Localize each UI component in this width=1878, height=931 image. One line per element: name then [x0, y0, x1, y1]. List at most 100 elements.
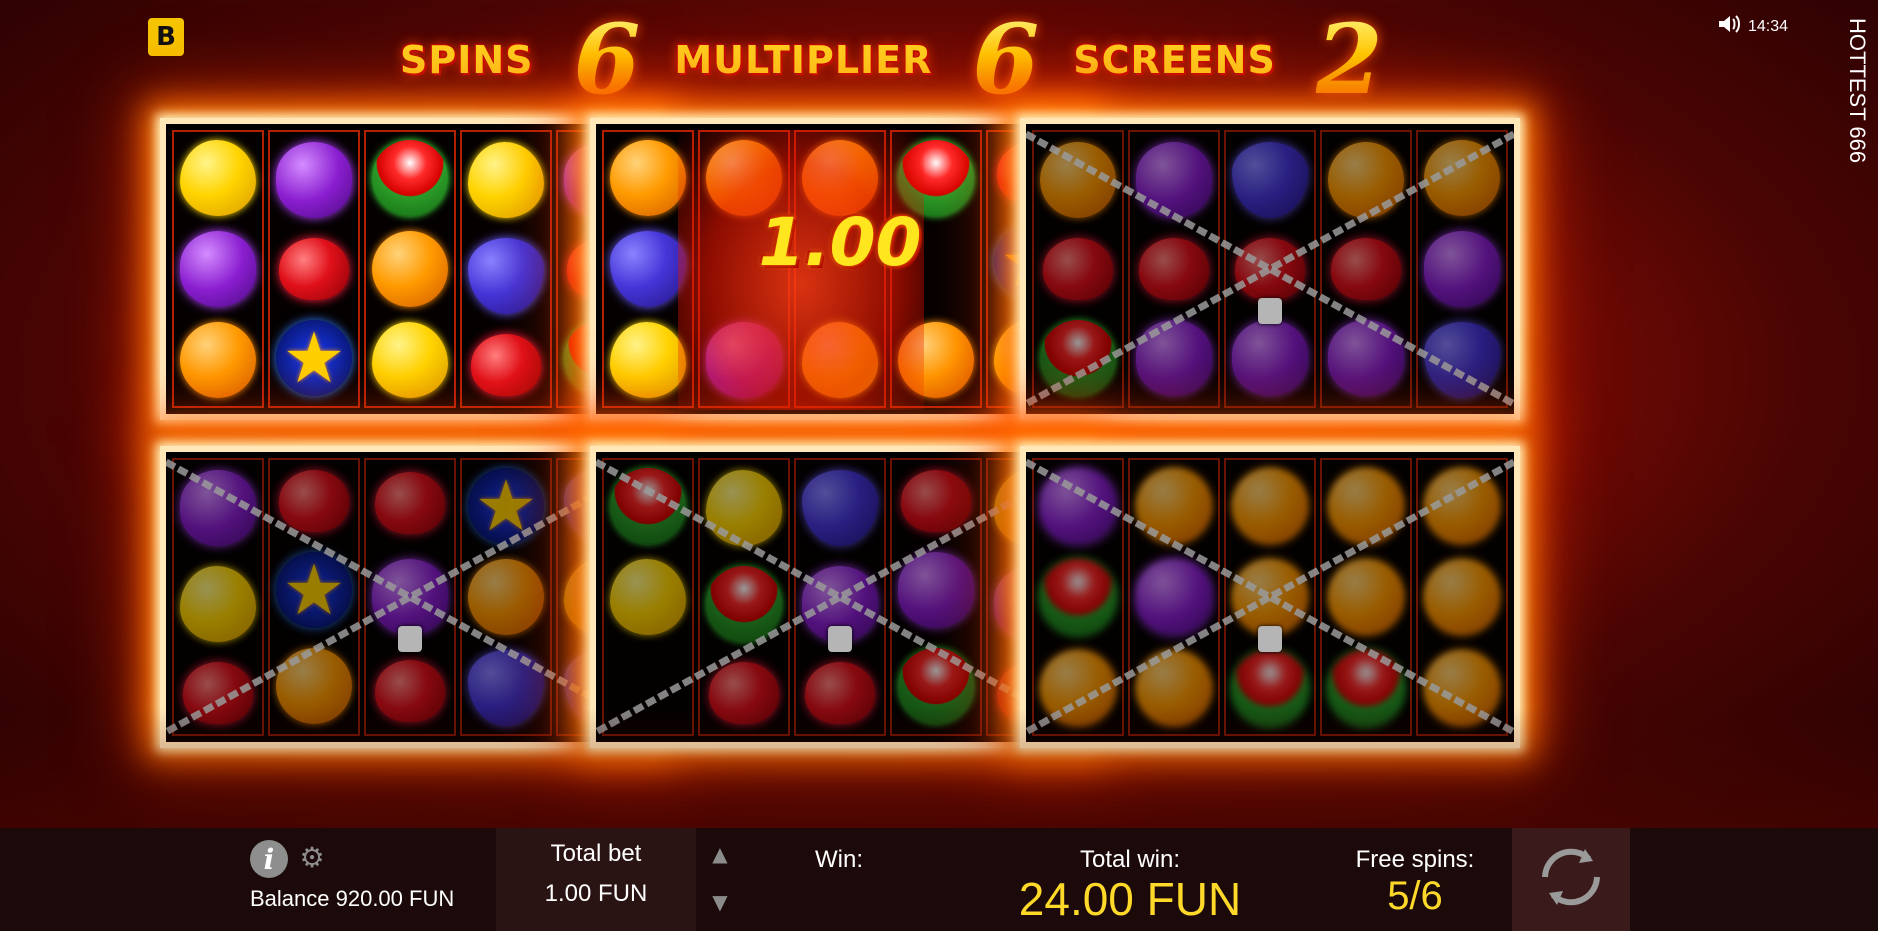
bet-decrease-icon[interactable]: ▼ [706, 890, 734, 914]
orange-icon [1328, 558, 1404, 635]
lemon-icon [610, 322, 686, 399]
spins-value: 6 [573, 3, 641, 116]
reel [698, 458, 790, 736]
multiplier-value: 6 [972, 3, 1040, 116]
star-icon [276, 552, 352, 628]
plum-icon [372, 558, 448, 635]
reel [890, 458, 982, 736]
orange-icon [276, 648, 352, 724]
reel [1128, 458, 1220, 736]
orange-icon [1040, 650, 1116, 727]
brand-logo: B [148, 18, 184, 56]
orange-icon [372, 230, 448, 307]
cherry-icon [901, 470, 971, 532]
cherry-icon [375, 472, 445, 535]
lemon-icon [180, 139, 256, 216]
cherry-icon [1139, 238, 1209, 300]
orange-icon [1424, 139, 1500, 216]
balance-display: Balance 920.00 FUN [250, 886, 455, 911]
cherry-icon [183, 662, 253, 724]
win-label: Win: [815, 846, 863, 873]
reel [1032, 458, 1124, 736]
orange-icon [1232, 558, 1308, 635]
orange-icon [1424, 558, 1500, 635]
watermelon-icon [898, 648, 974, 724]
watermelon-icon [610, 467, 686, 544]
slot-screens: 1.00 [160, 118, 1730, 758]
plum-icon [1136, 320, 1212, 396]
free-spins-label: Free spins: [1355, 846, 1475, 873]
total-win-label: Total win: [1079, 846, 1181, 873]
plum-icon [1040, 467, 1116, 544]
screens-value: 2 [1315, 3, 1383, 116]
lemon-icon [180, 566, 256, 642]
cherry-icon [1331, 238, 1401, 300]
reel [1320, 130, 1412, 408]
orange-icon [1232, 467, 1308, 544]
speaker-icon[interactable] [1718, 14, 1740, 39]
game-stage: B 14:34 HOTTEST 666 SPINS 6 MULTIPLIER 6… [0, 0, 1878, 828]
cherry-icon [709, 662, 779, 724]
slot-screen [160, 118, 660, 420]
cherry-icon [279, 238, 349, 300]
bet-increase-icon[interactable]: ▲ [706, 842, 734, 866]
padlock-icon [398, 626, 422, 652]
orange-icon [180, 322, 256, 399]
plum-icon [1328, 320, 1404, 396]
multiplier-label: MULTIPLIER [674, 38, 933, 82]
info-icon[interactable]: i [250, 840, 288, 878]
watermelon-icon [1232, 650, 1308, 727]
seven-icon [610, 650, 686, 726]
spins-label: SPINS [400, 38, 534, 82]
control-bar: i ⚙ Balance 920.00 FUN Total bet 1.00 FU… [0, 828, 1878, 931]
padlock-icon [1258, 298, 1282, 324]
plum-icon [1232, 320, 1308, 396]
slot-screen: 1.00 [590, 118, 1090, 420]
plum-icon [180, 230, 256, 307]
orange-icon [1040, 142, 1116, 218]
slot-screen [1020, 118, 1520, 420]
padlock-icon [828, 626, 852, 652]
reel [268, 458, 360, 736]
reel [364, 458, 456, 736]
reel [1224, 458, 1316, 736]
free-spins-value: 5/6 [1387, 874, 1443, 918]
gear-icon[interactable]: ⚙ [298, 844, 326, 872]
screens-label: SCREENS [1073, 38, 1276, 82]
orange-icon [1136, 467, 1212, 544]
lemon-icon [468, 142, 544, 218]
grape-icon [802, 470, 878, 546]
orange-icon [1328, 467, 1404, 544]
grape-icon [468, 238, 544, 314]
lemon-icon [372, 322, 448, 399]
total-bet-label: Total bet [550, 840, 642, 867]
padlock-icon [1258, 626, 1282, 652]
reel [172, 458, 264, 736]
reel [172, 130, 264, 408]
plum-icon [180, 470, 256, 546]
refresh-icon [1529, 835, 1613, 924]
cherry-icon [279, 470, 349, 532]
watermelon-icon [1328, 650, 1404, 727]
plum-icon [898, 552, 974, 628]
grape-icon [1232, 142, 1308, 218]
plum-icon [1136, 142, 1212, 218]
reel [364, 130, 456, 408]
cherry-icon [1235, 238, 1305, 300]
reel [460, 130, 552, 408]
feature-counters: SPINS 6 MULTIPLIER 6 SCREENS 2 [400, 10, 1417, 110]
reel [268, 130, 360, 408]
reel [1320, 458, 1412, 736]
reel [602, 458, 694, 736]
watermelon-icon [1040, 558, 1116, 635]
reel [1224, 130, 1316, 408]
grape-icon [1424, 322, 1500, 399]
orange-icon [1424, 650, 1500, 727]
clock: 14:34 [1747, 17, 1788, 35]
lemon-icon [610, 558, 686, 635]
spin-button[interactable] [1512, 828, 1630, 931]
watermelon-icon [706, 566, 782, 642]
slot-screen [590, 446, 1090, 748]
status-bar: 14:34 [1718, 14, 1788, 39]
total-bet-value: 1.00 FUN [544, 880, 648, 907]
